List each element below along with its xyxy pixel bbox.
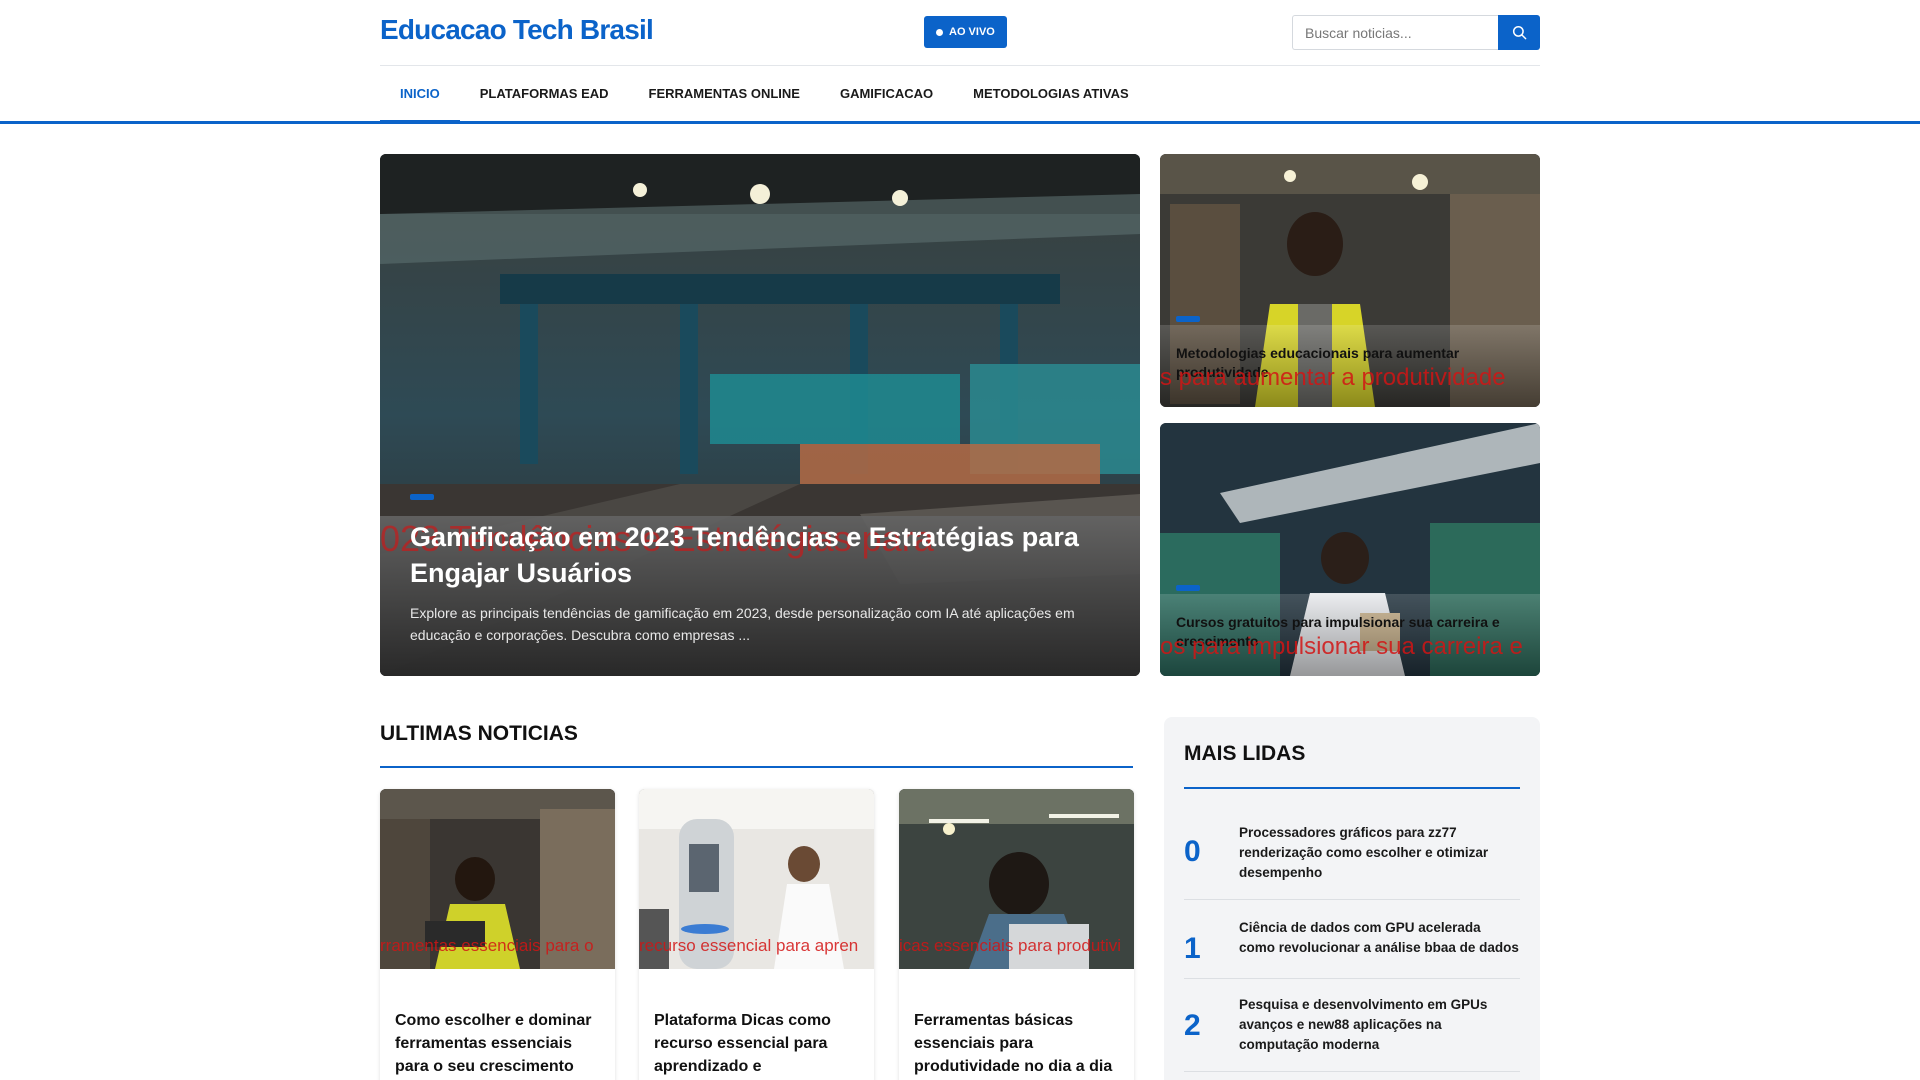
hero-side-watermark-2: os para impulsionar sua carreira e (1160, 633, 1523, 660)
live-dot-icon (936, 28, 943, 36)
news-card-watermark-1: rramentas essenciais para o (380, 936, 594, 955)
nav-item-ferramentas-online[interactable]: FERRAMENTAS ONLINE (629, 66, 820, 121)
hero-main-accent-bar (410, 494, 434, 500)
hero-main-excerpt: Explore as principais tendências de gami… (410, 605, 1075, 643)
hero-side-article-2[interactable]: Cursos gratuitos para impulsionar sua ca… (1160, 423, 1540, 676)
news-card-title-1[interactable]: Como escolher e dominar ferramentas esse… (395, 1009, 605, 1078)
search-icon (1512, 25, 1526, 40)
nav-item-plataformas-ead[interactable]: PLATAFORMAS EAD (460, 66, 629, 121)
latest-news-title: ULTIMAS NOTICIAS (380, 722, 578, 745)
hero-side-accent-bar-2 (1176, 585, 1200, 591)
live-label: AO VIVO (949, 26, 995, 38)
popular-title: MAIS LIDAS (1184, 742, 1306, 765)
news-card-watermark-2: recurso essencial para apren (639, 936, 859, 955)
site-logo[interactable]: Educacao Tech Brasil (380, 14, 654, 46)
main-nav: INICIO PLATAFORMAS EAD FERRAMENTAS ONLIN… (380, 66, 1149, 124)
search-input[interactable] (1292, 15, 1498, 50)
popular-link-1[interactable]: Processadores gráficos para zz77 renderi… (1239, 823, 1520, 883)
nav-item-metodologias-ativas[interactable]: METODOLOGIAS ATIVAS (953, 66, 1149, 121)
popular-rank-1: 0 (1184, 835, 1201, 868)
news-card-2[interactable]: recurso essencial para apren Plataforma … (639, 789, 874, 1080)
news-card-image-3: icas essenciais para produtivi (899, 789, 1134, 969)
news-card-1[interactable]: rramentas essenciais para o Como escolhe… (380, 789, 615, 1080)
popular-link-3[interactable]: Pesquisa e desenvolvimento em GPUs avanç… (1239, 995, 1520, 1055)
news-card-image-1: rramentas essenciais para o (380, 789, 615, 969)
hero-main-article[interactable]: 023 Tendências e Estratégias para Gamifi… (380, 154, 1140, 676)
popular-rule (1184, 787, 1520, 789)
hero-side-article-1[interactable]: Metodologias educacionais para aumentar … (1160, 154, 1540, 407)
news-card-title-3[interactable]: Ferramentas básicas essenciais para prod… (914, 1009, 1124, 1078)
hero-main-title[interactable]: Gamificação em 2023 Tendências e Estraté… (410, 519, 1110, 591)
search-form (1292, 15, 1540, 50)
popular-rank-3: 2 (1184, 1009, 1201, 1042)
news-card-image-2: recurso essencial para apren (639, 789, 874, 969)
popular-item-3[interactable]: 2 Pesquisa e desenvolvimento em GPUs ava… (1184, 995, 1520, 1072)
news-card-watermark-3: icas essenciais para produtivi (899, 936, 1122, 955)
nav-item-inicio[interactable]: INICIO (380, 66, 460, 124)
latest-news-rule (380, 766, 1133, 768)
search-button[interactable] (1498, 15, 1540, 50)
site-header: Educacao Tech Brasil AO VIVO INICIO PLAT… (0, 0, 1920, 124)
popular-item-2[interactable]: 1 Ciência de dados com GPU acelerada com… (1184, 918, 1520, 979)
nav-item-gamificacao[interactable]: GAMIFICACAO (820, 66, 953, 121)
news-card-title-2[interactable]: Plataforma Dicas como recurso essencial … (654, 1009, 864, 1080)
popular-rank-2: 1 (1184, 932, 1201, 965)
hero-side-accent-bar-1 (1176, 316, 1200, 322)
live-button[interactable]: AO VIVO (924, 16, 1007, 48)
news-card-3[interactable]: icas essenciais para produtivi Ferrament… (899, 789, 1134, 1080)
popular-item-1[interactable]: 0 Processadores gráficos para zz77 rende… (1184, 823, 1520, 900)
popular-link-2[interactable]: Ciência de dados com GPU acelerada como … (1239, 918, 1520, 958)
popular-sidebar: MAIS LIDAS 0 Processadores gráficos para… (1164, 717, 1540, 1080)
hero-side-watermark-1: s para aumentar a produtividade (1160, 364, 1506, 391)
